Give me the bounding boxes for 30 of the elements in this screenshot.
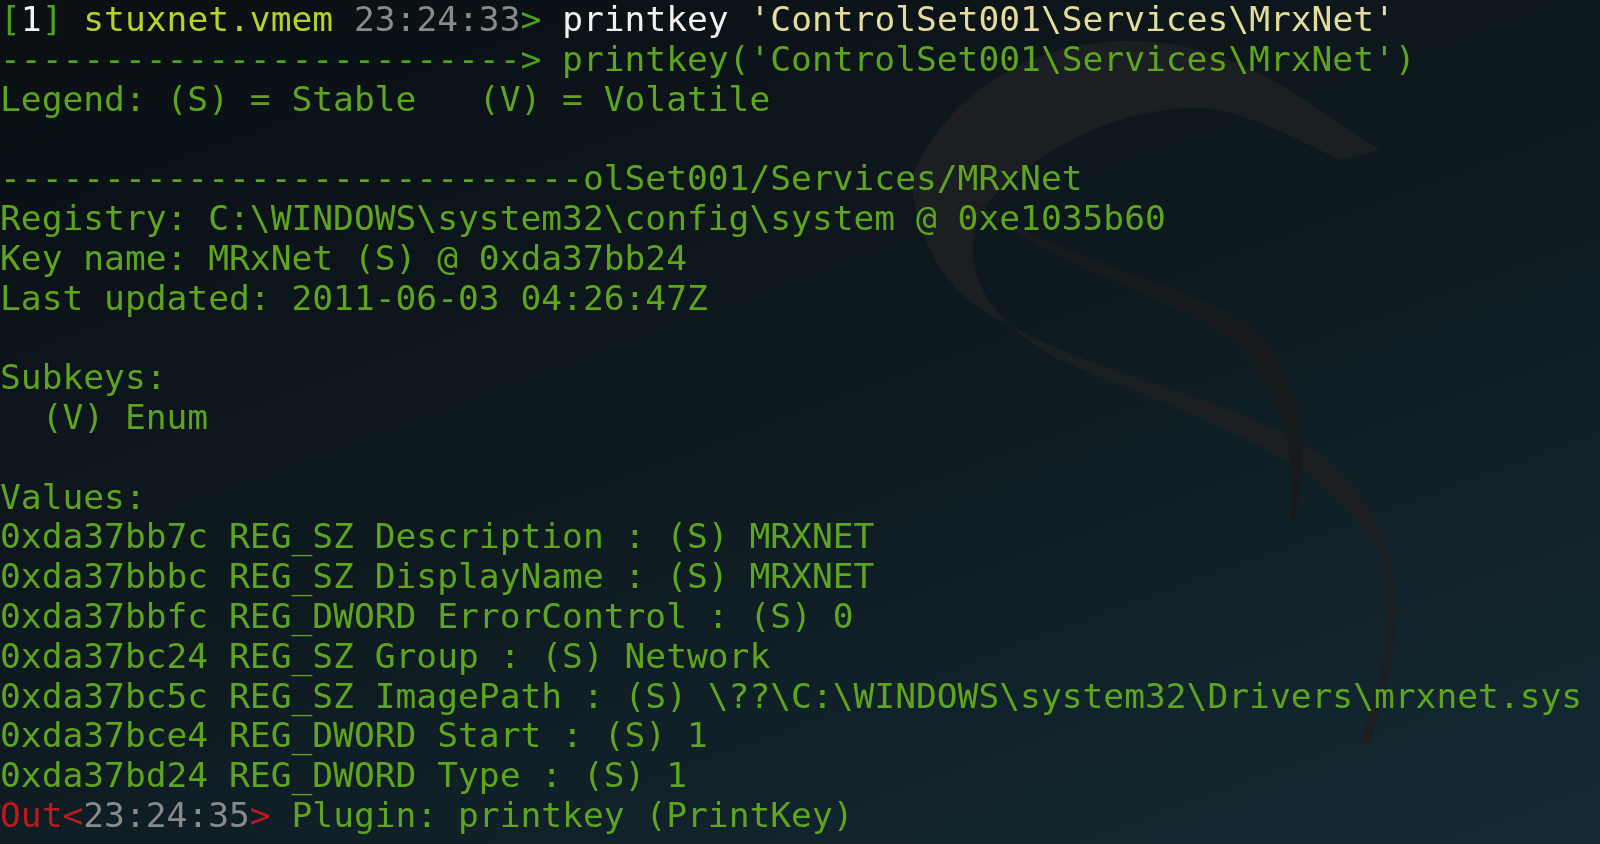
prompt-arrow: -------------------------> (0, 38, 542, 79)
output-line: ----------------------------olSet001/Services/MRxNet (0, 158, 1083, 199)
output-text: printkey('ControlSet001\Services\MrxNet') (561, 38, 1416, 79)
timestamp: 23:24:35 (83, 794, 250, 835)
prompt-arrow: > (520, 0, 542, 39)
output-line: 0xda37bbbc REG_SZ DisplayName : (S) MRXNET (0, 556, 875, 597)
prompt-bracket: ] (41, 0, 63, 39)
prompt-bracket: [ (0, 0, 21, 39)
output-prompt: > (249, 794, 271, 835)
prompt-number: 1 (20, 0, 42, 39)
output-line: Subkeys: (0, 357, 167, 398)
command-text: printkey (561, 0, 730, 39)
output-line: 0xda37bc5c REG_SZ ImagePath : (S) \??\C:\WINDOWS\system32\Drivers\mrxnet.sys (0, 675, 1583, 716)
output-prompt: < (62, 794, 84, 835)
output-text: Plugin: printkey (PrintKey) (291, 794, 854, 835)
output-line: (V) Enum (40, 396, 209, 437)
command-argument: 'ControlSet001\Services\MrxNet' (749, 0, 1395, 39)
output-line: 0xda37bce4 REG_DWORD Start : (S) 1 (0, 715, 708, 756)
output-line: Legend: (S) = Stable (V) = Volatile (0, 78, 771, 119)
output-line: 0xda37bd24 REG_DWORD Type : (S) 1 (0, 755, 687, 796)
output-line: 0xda37bbfc REG_DWORD ErrorControl : (S) 0 (0, 595, 854, 636)
output-line: Registry: C:\WINDOWS\system32\config\system @ 0xe1035b60 (0, 198, 1166, 238)
output-prompt: Out (0, 794, 63, 835)
output-line: Last updated: 2011-06-03 04:26:47Z (0, 277, 708, 318)
output-line: 0xda37bc24 REG_SZ Group : (S) Network (0, 635, 771, 676)
database-name: stuxnet.vmem (82, 0, 334, 39)
timestamp: 23:24:33 (352, 0, 521, 39)
output-line: 0xda37bb7c REG_SZ Description : (S) MRXNET (0, 516, 875, 557)
output-line: Key name: MRxNet (S) @ 0xda37bb24 (0, 237, 687, 278)
output-line: Values: (0, 476, 146, 517)
